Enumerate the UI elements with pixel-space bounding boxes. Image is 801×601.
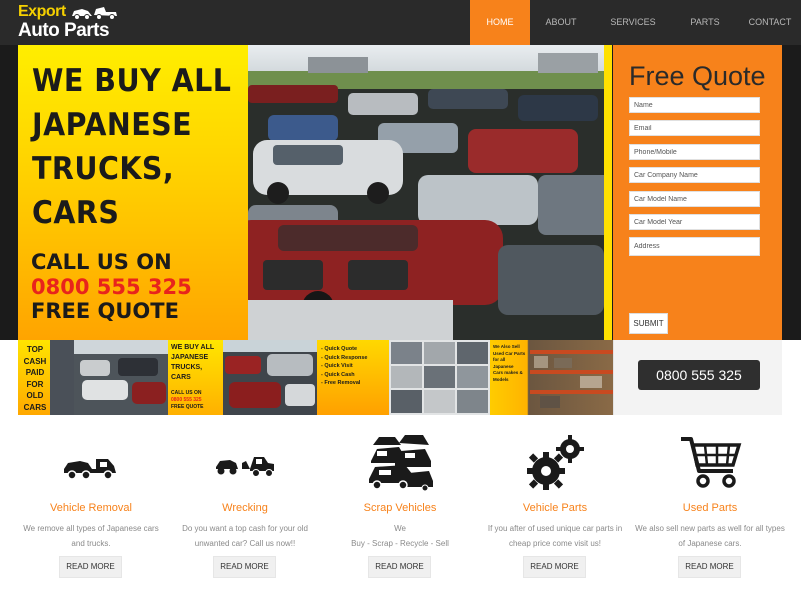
promo-tile-yard-2[interactable] — [223, 340, 317, 415]
promo-cash-text: TOP CASH PAID FOR OLD CARS — [22, 344, 48, 413]
banner-headline-line: JAPANESE — [32, 107, 193, 143]
site-logo[interactable]: Export Auto Parts — [18, 3, 138, 43]
banner-free-quote: FREE QUOTE — [31, 299, 179, 323]
quote-title: Free Quote — [629, 61, 766, 91]
address-field[interactable] — [629, 237, 760, 256]
service-description-line: Buy - Scrap - Recycle - Sell — [351, 539, 449, 548]
yard-photo-1 — [74, 340, 168, 415]
service-title[interactable]: Wrecking — [170, 502, 320, 514]
promo-webuy-line: CARS — [171, 374, 191, 381]
promo-cash-line: OLD — [26, 391, 44, 400]
name-field[interactable] — [629, 97, 760, 113]
promo-webuy-free: FREE QUOTE — [171, 404, 204, 410]
banner-headline: WE BUY ALL JAPANESE TRUCKS, CARS — [32, 59, 231, 235]
promo-webuy-text: WE BUY ALL JAPANESE TRUCKS, CARS — [171, 343, 214, 383]
promo-cash-line: TOP — [26, 345, 44, 354]
logo-cars-icon — [72, 7, 117, 20]
promo-tile-yard-1[interactable] — [74, 340, 168, 415]
promo-webuy-call-label: CALL US ON — [171, 390, 202, 396]
banner-headline-line: CARS — [32, 195, 120, 231]
service-description: We Buy - Scrap - Recycle - Sell — [325, 521, 475, 551]
promo-quick-list: - Quick Quote - Quick Response - Quick V… — [321, 345, 367, 388]
promo-tile-parts[interactable]: We Also Sell Used Car Parts for all Japa… — [490, 340, 614, 415]
nav-menu: HOME ABOUT SERVICES PARTS CONTACT — [470, 0, 801, 45]
read-more-button[interactable]: READ MORE — [213, 556, 276, 578]
phone-field[interactable] — [629, 144, 760, 160]
logo-line-export: Export — [18, 3, 66, 20]
nav-about[interactable]: ABOUT — [540, 0, 582, 45]
call-phone-button[interactable]: 0800 555 325 — [638, 360, 760, 390]
yard-photo-2 — [223, 340, 317, 415]
promo-webuy-phone: 0800 555 325 — [171, 397, 202, 403]
promo-cash-photo — [50, 340, 74, 415]
banner-headline-line: WE BUY ALL — [32, 63, 232, 99]
promo-cash-line: FOR — [26, 379, 44, 389]
scrap-cars-icon — [369, 435, 433, 492]
promo-quick-item: - Quick Quote — [321, 346, 358, 352]
read-more-button[interactable]: READ MORE — [523, 556, 586, 578]
promo-tile-quick[interactable]: - Quick Quote - Quick Response - Quick V… — [317, 340, 389, 415]
logo-line-autoparts: Auto Parts — [18, 20, 110, 41]
free-quote-form: Free Quote SUBMIT — [613, 45, 782, 340]
read-more-button[interactable]: READ MORE — [59, 556, 122, 578]
service-title[interactable]: Vehicle Removal — [16, 502, 166, 514]
hero-banner: WE BUY ALL JAPANESE TRUCKS, CARS CALL US… — [18, 45, 612, 340]
cart-icon — [681, 437, 742, 488]
phone-panel: 0800 555 325 — [613, 340, 782, 415]
banner-headline-line: TRUCKS, — [32, 151, 175, 187]
service-description: We remove all types of Japanese cars and… — [23, 524, 159, 548]
service-title[interactable]: Vehicle Parts — [480, 502, 630, 514]
service-description-line: We — [394, 524, 406, 533]
promo-webuy-line: WE BUY ALL — [171, 344, 215, 351]
gears-icon — [527, 435, 584, 490]
promo-cash-line: PAID — [25, 368, 45, 377]
top-nav: Export Auto Parts HOME ABOUT SERVICES PA… — [0, 0, 801, 45]
promo-quick-item: - Free Removal — [321, 380, 361, 386]
car-company-field[interactable] — [629, 167, 760, 183]
promo-webuy-call: CALL US ON 0800 555 325 FREE QUOTE — [171, 390, 204, 411]
nav-services[interactable]: SERVICES — [604, 0, 662, 45]
car-model-field[interactable] — [629, 191, 760, 207]
promo-quick-item: - Quick Cash — [321, 371, 355, 378]
promo-tile-webuy[interactable]: WE BUY ALL JAPANESE TRUCKS, CARS CALL US… — [168, 340, 223, 415]
wrecking-icon — [216, 457, 274, 477]
service-title[interactable]: Scrap Vehicles — [325, 502, 475, 514]
service-title[interactable]: Used Parts — [635, 502, 785, 514]
read-more-button[interactable]: READ MORE — [368, 556, 431, 578]
promo-parts-line: Cars makes & Models — [493, 370, 523, 382]
service-description: Do you want a top cash for your old unwa… — [182, 524, 308, 548]
banner-phone: 0800 555 325 — [31, 275, 192, 299]
nav-home[interactable]: HOME — [470, 0, 530, 45]
promo-parts-line: for all Japanese — [493, 357, 514, 369]
promo-cash-line: CASH — [23, 356, 47, 366]
nav-parts[interactable]: PARTS — [687, 0, 723, 45]
promo-strip: TOP CASH PAID FOR OLD CARS WE BUY ALL JA… — [18, 340, 614, 415]
parts-shelf-photo — [530, 350, 614, 408]
promo-tile-grid[interactable] — [389, 340, 490, 415]
nav-contact[interactable]: CONTACT — [745, 0, 795, 45]
email-field[interactable] — [629, 120, 760, 136]
service-description: We also sell new parts as well for all t… — [635, 524, 785, 548]
photo-grid — [389, 340, 490, 415]
read-more-button[interactable]: READ MORE — [678, 556, 741, 578]
banner-call-label: CALL US ON — [31, 250, 172, 274]
submit-button[interactable]: SUBMIT — [629, 313, 668, 334]
promo-quick-item: - Quick Visit — [321, 363, 353, 369]
tow-truck-icon — [64, 459, 116, 480]
promo-quick-item: - Quick Response — [321, 354, 368, 361]
banner-side-stripe — [604, 45, 612, 340]
service-description: If you after of used unique car parts in… — [487, 524, 623, 548]
promo-parts-text: We Also Sell Used Car Parts for all Japa… — [493, 344, 527, 383]
car-year-field[interactable] — [629, 214, 760, 230]
promo-webuy-line: JAPANESE — [171, 354, 209, 361]
promo-cash-line: CARS — [23, 402, 47, 412]
promo-tile-cash[interactable]: TOP CASH PAID FOR OLD CARS — [18, 340, 74, 415]
promo-webuy-line: TRUCKS, — [171, 364, 203, 371]
